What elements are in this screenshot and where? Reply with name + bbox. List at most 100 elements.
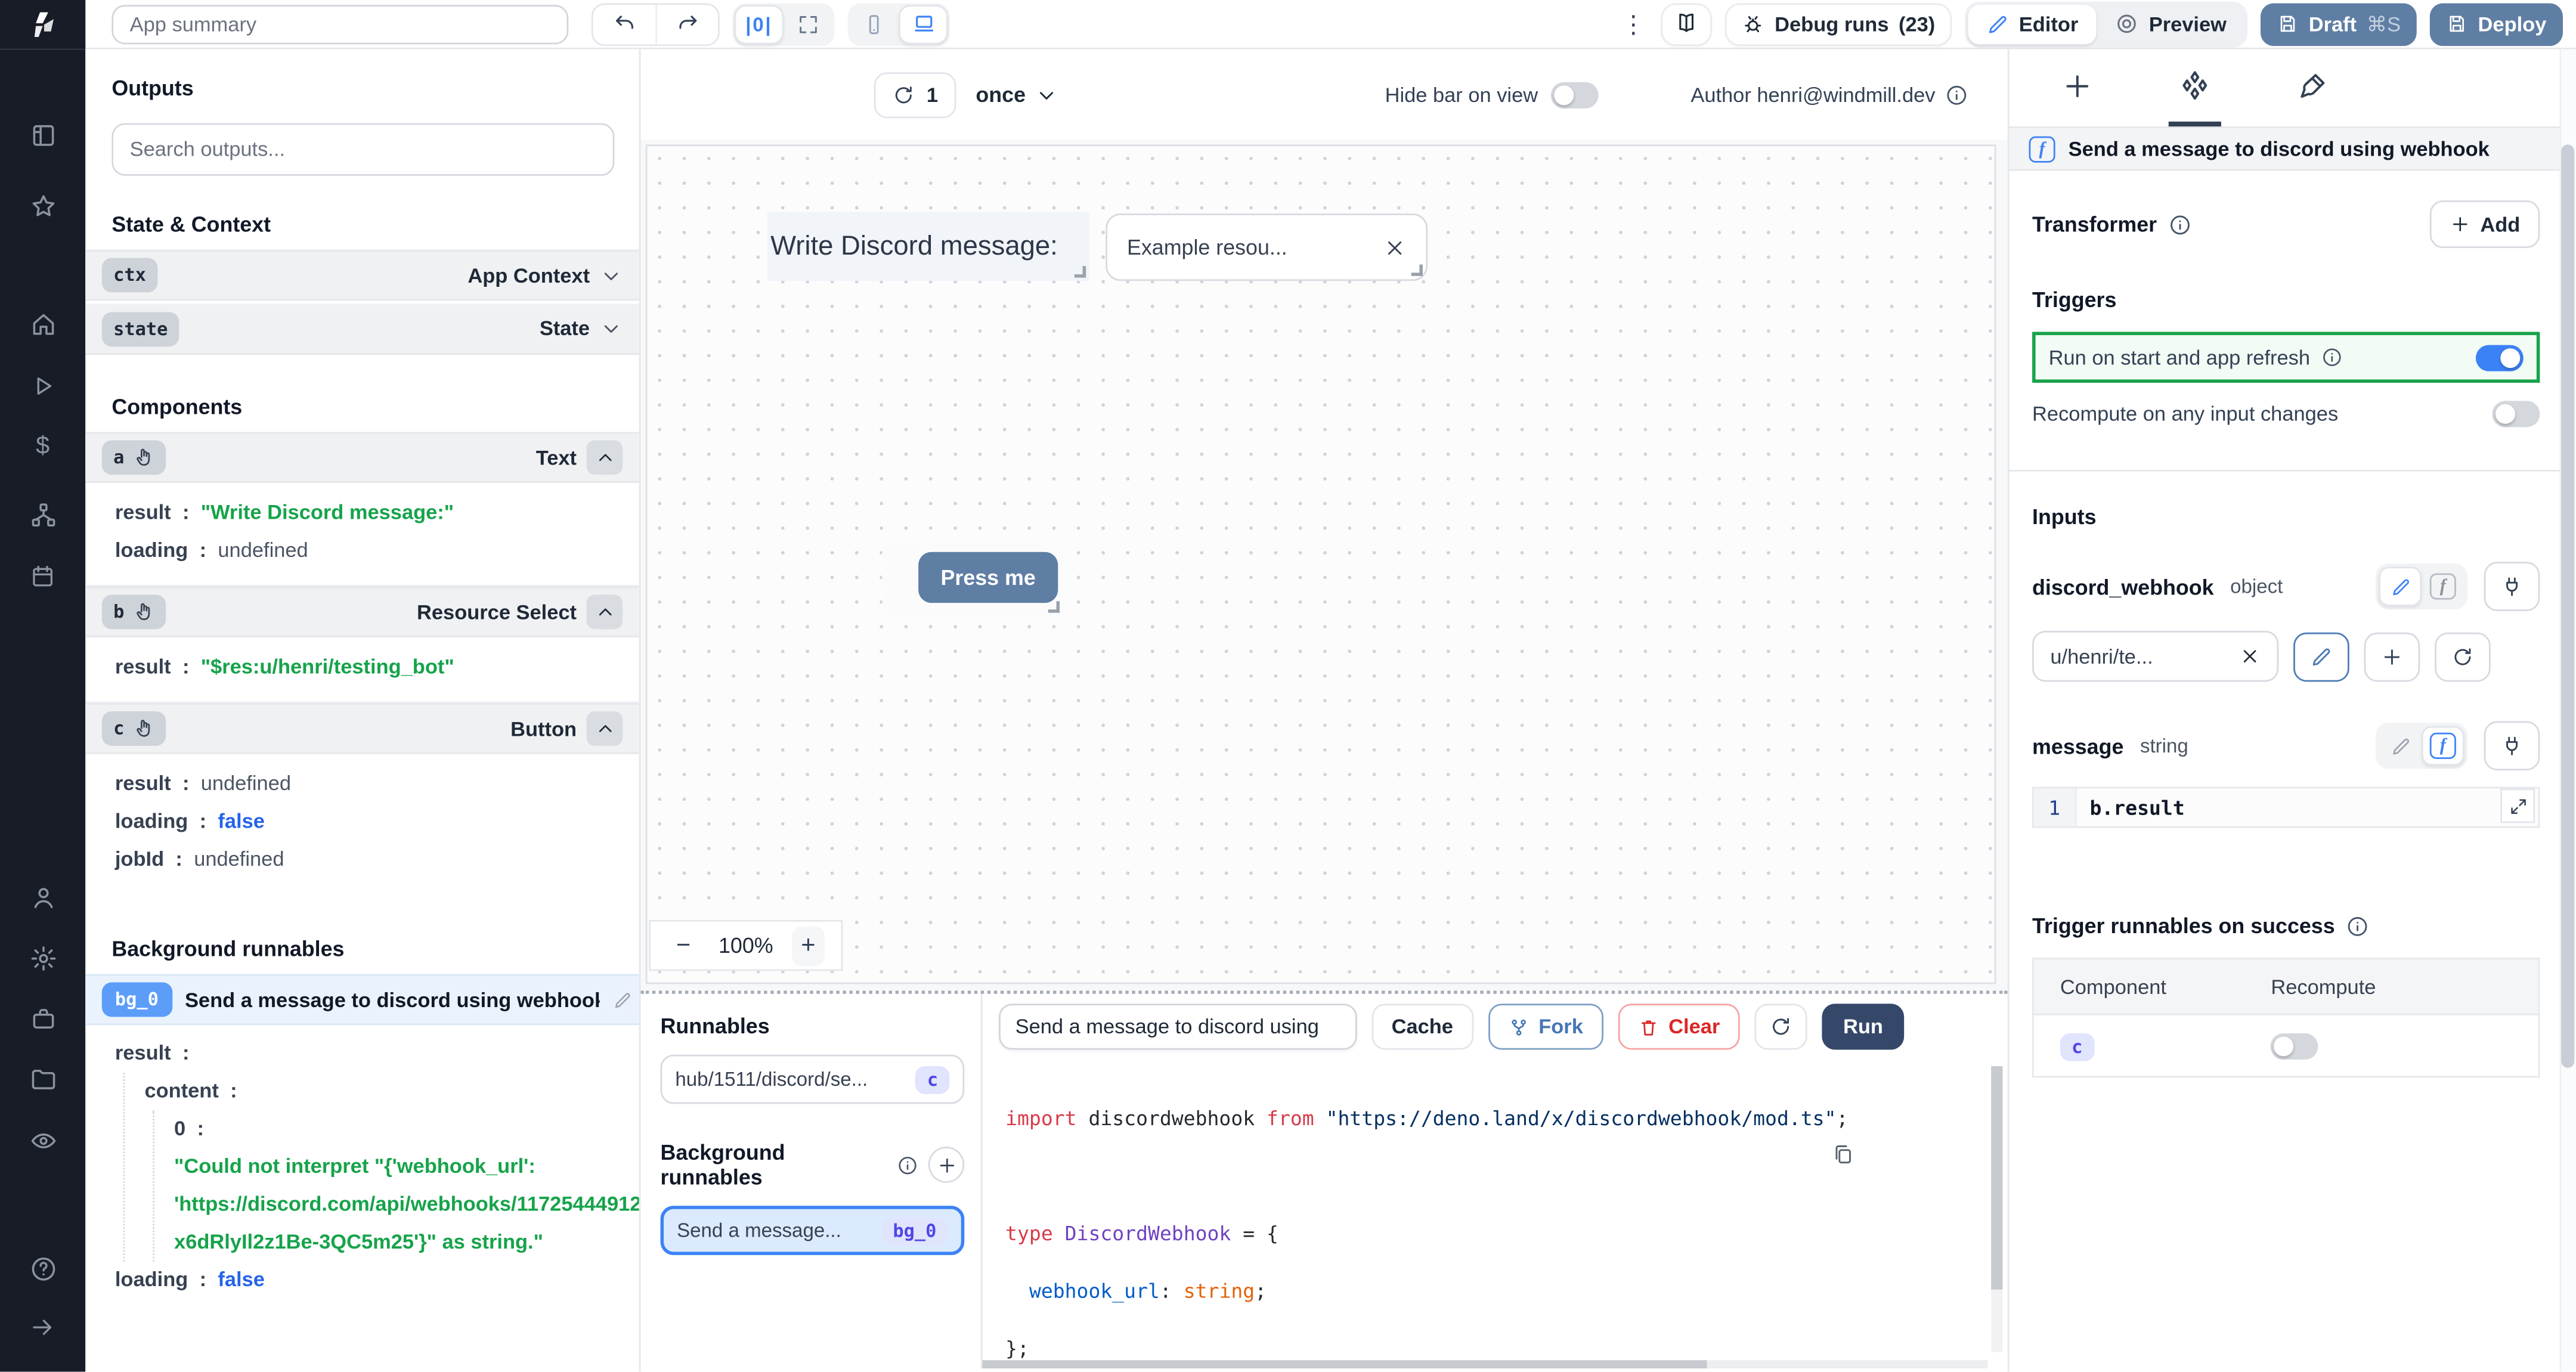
info-icon[interactable] <box>1945 83 1968 106</box>
run-button[interactable]: Run <box>1822 1004 1905 1050</box>
run-on-start-toggle[interactable] <box>2475 344 2524 371</box>
draft-button[interactable]: Draft ⌘S <box>2261 2 2417 45</box>
app-summary-input[interactable] <box>112 4 569 44</box>
edit-resource-pencil-icon[interactable] <box>2293 631 2349 681</box>
docs-button[interactable] <box>1661 2 1713 45</box>
refresh-count-box[interactable]: 1 <box>874 71 956 117</box>
resize-handle[interactable] <box>1411 264 1423 276</box>
eval-function-icon[interactable]: f <box>2422 567 2464 606</box>
runs-play-icon[interactable] <box>24 368 61 404</box>
recompute-toggle[interactable] <box>2492 401 2540 428</box>
resources-icon[interactable] <box>24 496 61 532</box>
component-row-b[interactable]: b Resource Select <box>85 586 639 637</box>
inspector-body: Transformer Add Triggers Run on start an… <box>2009 171 2576 1078</box>
expand-editor-icon[interactable] <box>2500 788 2535 823</box>
clear-x-icon[interactable] <box>2239 646 2261 667</box>
jobs-briefcase-icon[interactable] <box>24 1001 61 1037</box>
schedules-calendar-icon[interactable] <box>24 559 61 595</box>
clear-x-icon[interactable] <box>1383 236 1407 259</box>
help-icon[interactable] <box>24 1250 61 1287</box>
mobile-view-icon[interactable] <box>849 4 899 44</box>
undo-button[interactable] <box>593 4 656 44</box>
desktop-view-icon[interactable] <box>899 4 948 44</box>
apps-icon[interactable] <box>24 117 61 153</box>
background-runnable-row-bg0[interactable]: bg_0 Send a message to discord using web… <box>85 974 639 1026</box>
resize-handle[interactable] <box>1048 601 1060 613</box>
info-icon[interactable] <box>2346 914 2370 937</box>
info-icon[interactable] <box>2321 346 2343 368</box>
deploy-button[interactable]: Deploy <box>2430 2 2563 45</box>
message-expression-editor[interactable]: 1 b.result <box>2032 786 2540 828</box>
hide-bar-toggle[interactable] <box>1551 81 1599 108</box>
variables-dollar-icon[interactable]: $ <box>24 427 61 463</box>
more-menu-icon[interactable]: ⋮ <box>1618 9 1648 39</box>
code-horizontal-scrollbar[interactable] <box>982 1360 1988 1368</box>
recompute-c-toggle[interactable] <box>2271 1032 2319 1059</box>
collapse-arrow-icon[interactable] <box>24 1309 61 1346</box>
pencil-icon[interactable] <box>613 990 633 1009</box>
resource-select-component-b[interactable]: Example resou... <box>1106 213 1428 281</box>
debug-runs-button[interactable]: Debug runs (23) <box>1725 2 1952 45</box>
reload-button[interactable] <box>1754 1004 1807 1050</box>
zoom-in-button[interactable]: + <box>791 925 825 965</box>
static-pencil-icon[interactable] <box>2379 726 2422 766</box>
connect-plug-icon[interactable] <box>2484 721 2540 771</box>
users-icon[interactable] <box>24 879 61 915</box>
runnable-name-input[interactable] <box>999 1004 1357 1050</box>
inspector-scrollbar[interactable] <box>2559 49 2576 1372</box>
home-icon[interactable] <box>24 305 61 342</box>
output-row-ctx[interactable]: ctx App Context <box>85 249 639 301</box>
refresh-resource-icon[interactable] <box>2435 631 2491 681</box>
fullscreen-icon[interactable] <box>784 4 833 44</box>
add-resource-plus-icon[interactable] <box>2364 631 2420 681</box>
run-on-start-row: Run on start and app refresh <box>2032 332 2540 383</box>
tab-insert-plus-icon[interactable] <box>2052 49 2103 126</box>
tab-preview[interactable]: Preview <box>2097 4 2245 44</box>
output-row-state[interactable]: state State <box>85 303 639 355</box>
settings-gear-icon[interactable] <box>24 940 61 976</box>
tab-component-settings-icon[interactable] <box>2168 49 2221 127</box>
runnable-item-bg0[interactable]: Send a message... bg_0 <box>660 1206 965 1255</box>
text-component-a[interactable]: Write Discord message: <box>767 212 1089 281</box>
fork-button[interactable]: Fork <box>1487 1004 1603 1050</box>
ctx-type-label: App Context <box>467 264 590 287</box>
resize-handle[interactable] <box>1074 266 1086 278</box>
tab-styling-brush-icon[interactable] <box>2287 49 2337 126</box>
app-canvas[interactable]: Write Discord message: Example resou... … <box>640 140 2008 991</box>
runnable-item-c[interactable]: hub/1511/discord/se... c <box>660 1054 965 1104</box>
connect-plug-icon[interactable] <box>2484 562 2540 611</box>
line-number: 1 <box>2033 788 2077 826</box>
collapse-toggle[interactable] <box>586 594 623 630</box>
press-me-button[interactable]: Press me <box>918 551 1058 602</box>
add-background-runnable-button[interactable] <box>928 1147 965 1183</box>
windmill-logo-icon[interactable] <box>0 0 86 49</box>
zoom-out-button[interactable]: − <box>667 931 700 959</box>
info-icon[interactable] <box>2168 213 2191 236</box>
audit-eye-icon[interactable] <box>24 1122 61 1159</box>
add-transformer-button[interactable]: Add <box>2429 200 2540 249</box>
collapse-toggle[interactable] <box>586 440 623 475</box>
component-row-c[interactable]: c Button <box>85 703 639 754</box>
copy-code-icon[interactable] <box>1832 1086 1975 1224</box>
frequency-dropdown[interactable]: once <box>976 82 1058 107</box>
eval-function-icon[interactable]: f <box>2422 726 2464 766</box>
resource-select[interactable]: u/henri/te... <box>2032 630 2279 682</box>
recompute-label: Recompute on any input changes <box>2032 402 2339 426</box>
tab-editor[interactable]: Editor <box>1968 4 2097 44</box>
chevron-down-icon[interactable] <box>600 264 623 287</box>
redo-button[interactable] <box>655 4 718 44</box>
canvas-artboard[interactable]: Write Discord message: Example resou... … <box>645 144 1996 984</box>
favorites-star-icon[interactable] <box>24 187 61 224</box>
folders-icon[interactable] <box>24 1061 61 1098</box>
collapse-toggle[interactable] <box>586 711 623 746</box>
static-pencil-icon[interactable] <box>2379 566 2422 606</box>
clear-button[interactable]: Clear <box>1617 1004 1740 1050</box>
chevron-down-icon[interactable] <box>600 317 623 340</box>
code-area[interactable]: import discordwebhook from "https://deno… <box>983 1060 2008 1368</box>
search-outputs-input[interactable] <box>112 123 615 176</box>
cache-button[interactable]: Cache <box>1371 1004 1473 1050</box>
component-row-a[interactable]: a Text <box>85 432 639 483</box>
info-icon[interactable] <box>897 1154 918 1175</box>
code-vertical-scrollbar[interactable] <box>1991 1066 2003 1352</box>
center-content-toggle[interactable]: |0| <box>734 4 784 44</box>
